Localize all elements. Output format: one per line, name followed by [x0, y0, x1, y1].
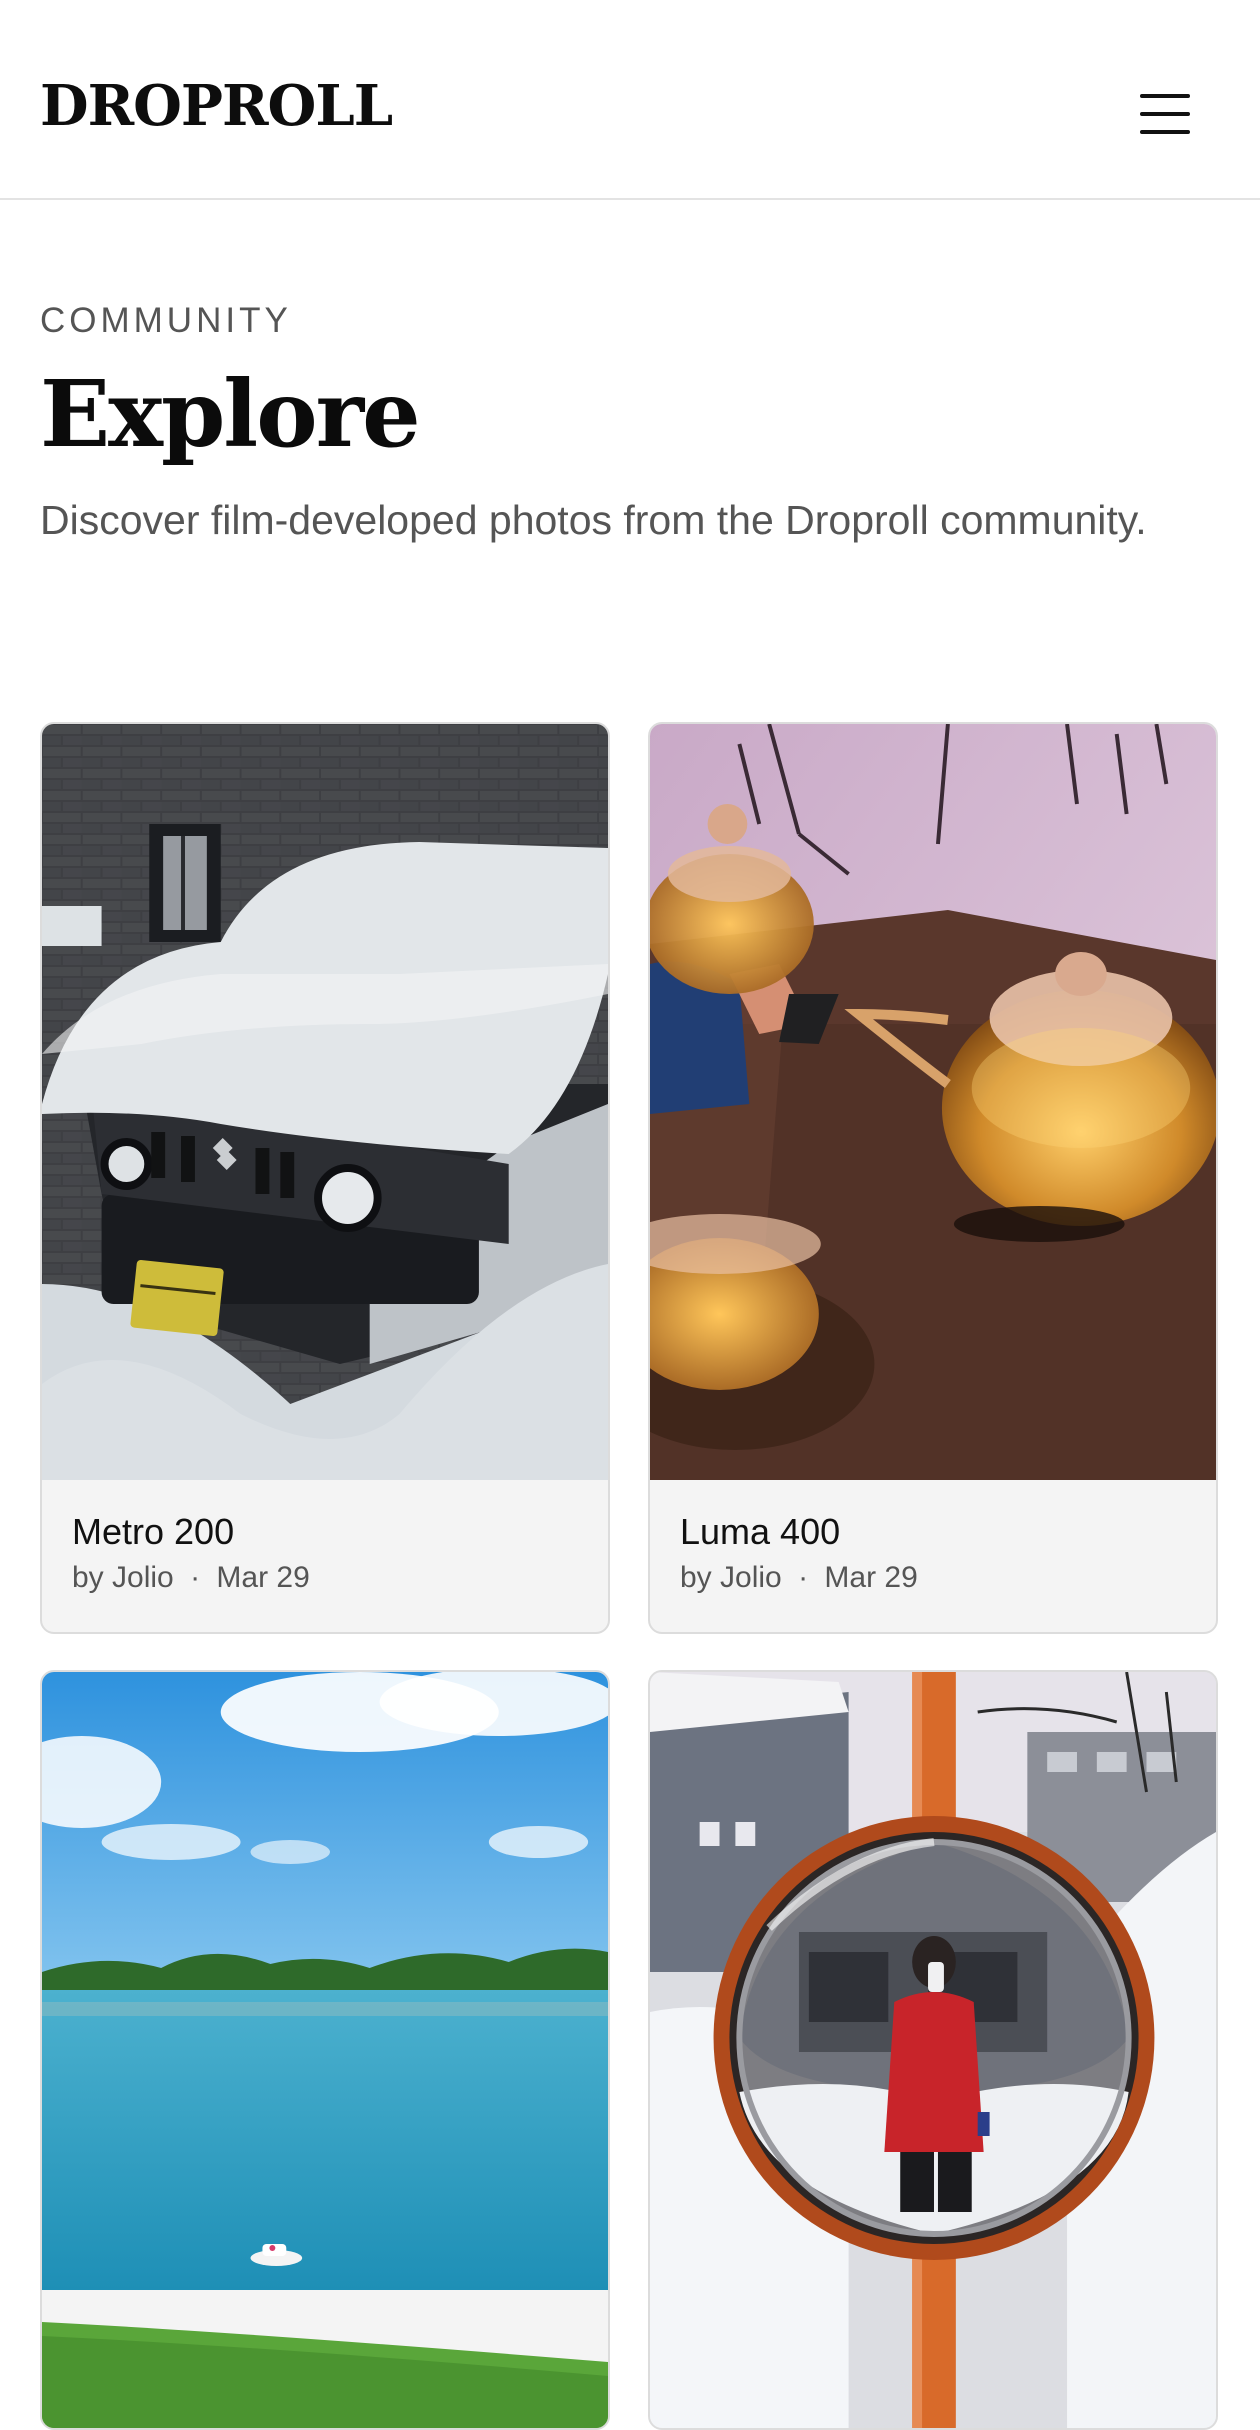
photo-mirror [650, 1672, 1216, 2428]
byline-separator: · [798, 1561, 809, 1594]
section-eyebrow: COMMUNITY [40, 301, 292, 340]
menu-bar-top [1140, 94, 1190, 98]
droproll-logo[interactable]: DROPROLL [40, 78, 393, 134]
explore-intro: COMMUNITY Explore Discover film-develope… [40, 296, 1220, 550]
photo-byline: by Jolio · Mar 29 [72, 1558, 578, 1598]
photo-date: Mar 29 [824, 1561, 918, 1594]
photo-card[interactable] [648, 1670, 1218, 2430]
photo-title: Luma 400 [680, 1511, 841, 1552]
photo-card-meta: Metro 200 by Jolio · Mar 29 [42, 1480, 608, 1632]
photo-card[interactable] [40, 1670, 610, 2430]
snowy-car-image [42, 724, 608, 1480]
top-header: DROPROLL [0, 0, 1260, 200]
page-subtitle: Discover film-developed photos from the … [40, 497, 1147, 543]
photo-teapots [650, 724, 1216, 1480]
photo-date: Mar 29 [216, 1561, 310, 1594]
teapots-image [650, 724, 1216, 1480]
page-title: Explore [40, 360, 421, 468]
photo-card[interactable]: Luma 400 by Jolio · Mar 29 [648, 722, 1218, 1634]
photo-title: Metro 200 [72, 1511, 235, 1552]
photo-card-meta: Luma 400 by Jolio · Mar 29 [650, 1480, 1216, 1632]
lake-image [42, 1672, 608, 2428]
photo-lake [42, 1672, 608, 2428]
menu-bar-middle [1140, 112, 1190, 116]
photo-snowy-car [42, 724, 608, 1480]
byline-separator: · [190, 1561, 201, 1594]
photo-author[interactable]: by Jolio [72, 1561, 174, 1594]
photo-byline: by Jolio · Mar 29 [680, 1558, 1186, 1598]
hamburger-menu-icon[interactable] [1128, 84, 1204, 144]
menu-bar-bottom [1140, 130, 1190, 134]
mirror-image [650, 1672, 1216, 2428]
photo-card[interactable]: Metro 200 by Jolio · Mar 29 [40, 722, 610, 1634]
photo-author[interactable]: by Jolio [680, 1561, 782, 1594]
